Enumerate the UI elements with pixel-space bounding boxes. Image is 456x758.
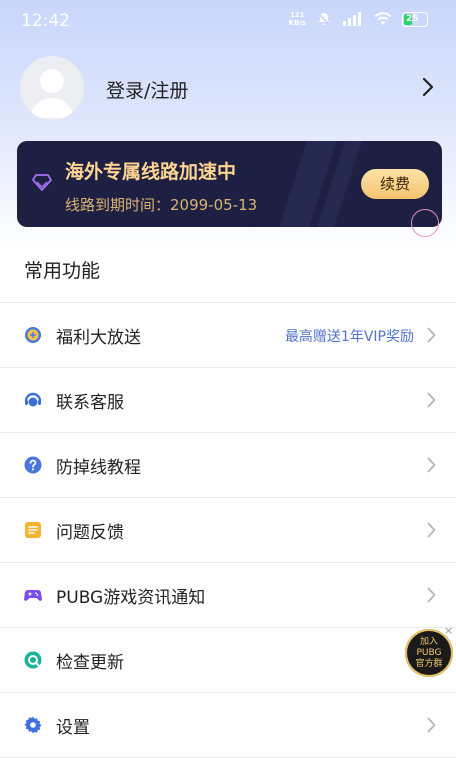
chevron-right-icon[interactable]: [422, 77, 434, 97]
feedback-icon: [25, 522, 41, 538]
badge-line-1: 加入: [419, 636, 438, 647]
vip-banner[interactable]: 海外专属线路加速中 线路到期时间：2099-05-13 续费: [17, 141, 442, 227]
menu-label: 防掉线教程: [56, 458, 141, 478]
menu-label: 联系客服: [56, 393, 124, 413]
chevron-right-icon: [427, 457, 436, 473]
chevron-right-icon: [427, 587, 436, 603]
battery-level: 25: [406, 14, 419, 24]
touch-indicator: [411, 209, 439, 237]
customer-service-icon: [24, 392, 42, 407]
badge-close-button[interactable]: ×: [444, 624, 453, 637]
menu-label: 设置: [56, 718, 90, 738]
menu-label: 问题反馈: [56, 523, 124, 543]
bell-mute-icon: [317, 12, 331, 26]
function-menu: 福利大放送 最高赠送1年VIP奖励 联系客服 防掉线教程 问题反馈 PUBG游戏…: [0, 302, 456, 758]
renew-button[interactable]: 续费: [361, 169, 429, 199]
section-title: 常用功能: [24, 260, 101, 282]
diamond-icon: [32, 174, 52, 191]
gift-globe-icon: [25, 327, 41, 343]
status-bar: 12:42 121 KB/s 25: [0, 0, 456, 44]
menu-item-disconnect-guide[interactable]: 防掉线教程: [0, 433, 456, 498]
login-register-link[interactable]: 登录/注册: [106, 76, 188, 103]
network-speed: 121 KB/s: [289, 11, 306, 27]
menu-item-welfare[interactable]: 福利大放送 最高赠送1年VIP奖励: [0, 303, 456, 368]
menu-item-check-update[interactable]: 检查更新: [0, 628, 456, 693]
gear-icon: [24, 716, 42, 734]
menu-item-settings[interactable]: 设置: [0, 693, 456, 758]
gamepad-icon: [24, 590, 42, 601]
chevron-right-icon: [427, 717, 436, 733]
status-icons: 121 KB/s 25: [289, 11, 428, 27]
update-icon: [24, 651, 42, 669]
wifi-icon: [374, 12, 392, 25]
chevron-right-icon: [427, 392, 436, 408]
battery-icon: 25: [402, 11, 428, 27]
menu-label: PUBG游戏资讯通知: [56, 588, 206, 608]
menu-item-pubg-news[interactable]: PUBG游戏资讯通知: [0, 563, 456, 628]
vip-expiry-text: 线路到期时间：2099-05-13: [65, 196, 258, 214]
badge-line-2: PUBG: [416, 647, 442, 658]
avatar[interactable]: [20, 56, 84, 120]
default-avatar-icon: [30, 69, 74, 118]
question-icon: [24, 456, 42, 474]
network-speed-unit: KB/s: [288, 19, 306, 27]
menu-label: 检查更新: [56, 653, 124, 673]
chevron-right-icon: [427, 522, 436, 538]
badge-line-3: 官方群: [415, 658, 443, 669]
status-time: 12:42: [21, 11, 70, 31]
menu-item-feedback[interactable]: 问题反馈: [0, 498, 456, 563]
chevron-right-icon: [427, 327, 436, 343]
menu-label: 福利大放送: [56, 328, 141, 348]
menu-item-customer-service[interactable]: 联系客服: [0, 368, 456, 433]
welfare-promo-text: 最高赠送1年VIP奖励: [284, 329, 414, 345]
signal-icon: [343, 12, 361, 26]
network-speed-value: 121: [289, 11, 305, 19]
vip-title: 海外专属线路加速中: [65, 161, 237, 183]
